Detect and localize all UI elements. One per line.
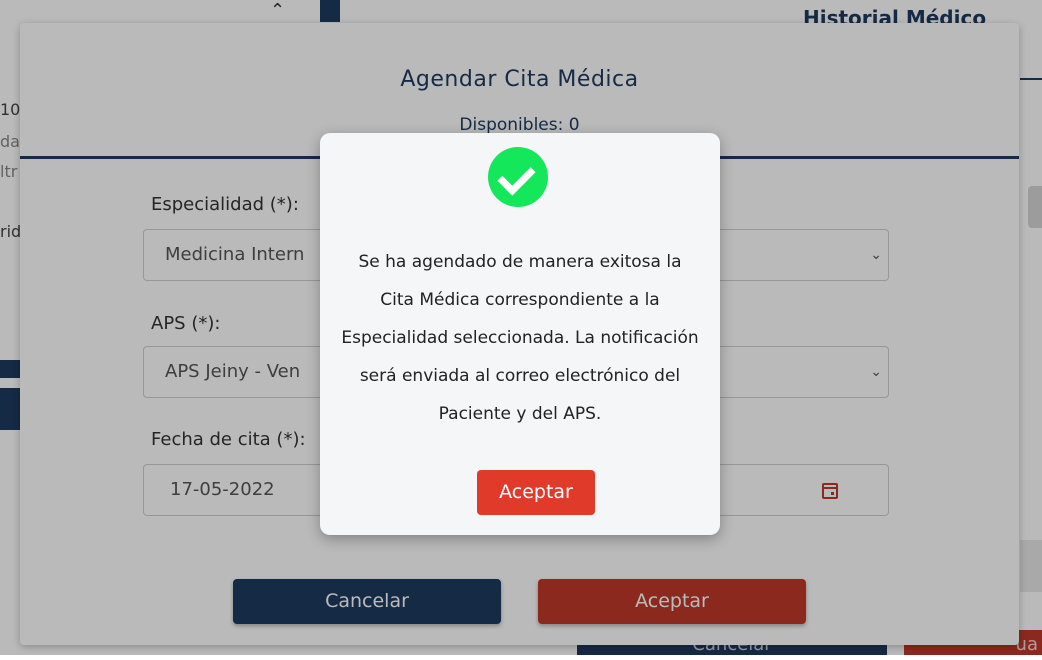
checkmark-icon [497,157,536,196]
dialog-accept-button[interactable]: Aceptar [477,470,595,515]
success-dialog: Se ha agendado de manera exitosa la Cita… [320,133,720,535]
success-message: Se ha agendado de manera exitosa la Cita… [341,252,699,424]
check-circle-icon [488,147,548,207]
